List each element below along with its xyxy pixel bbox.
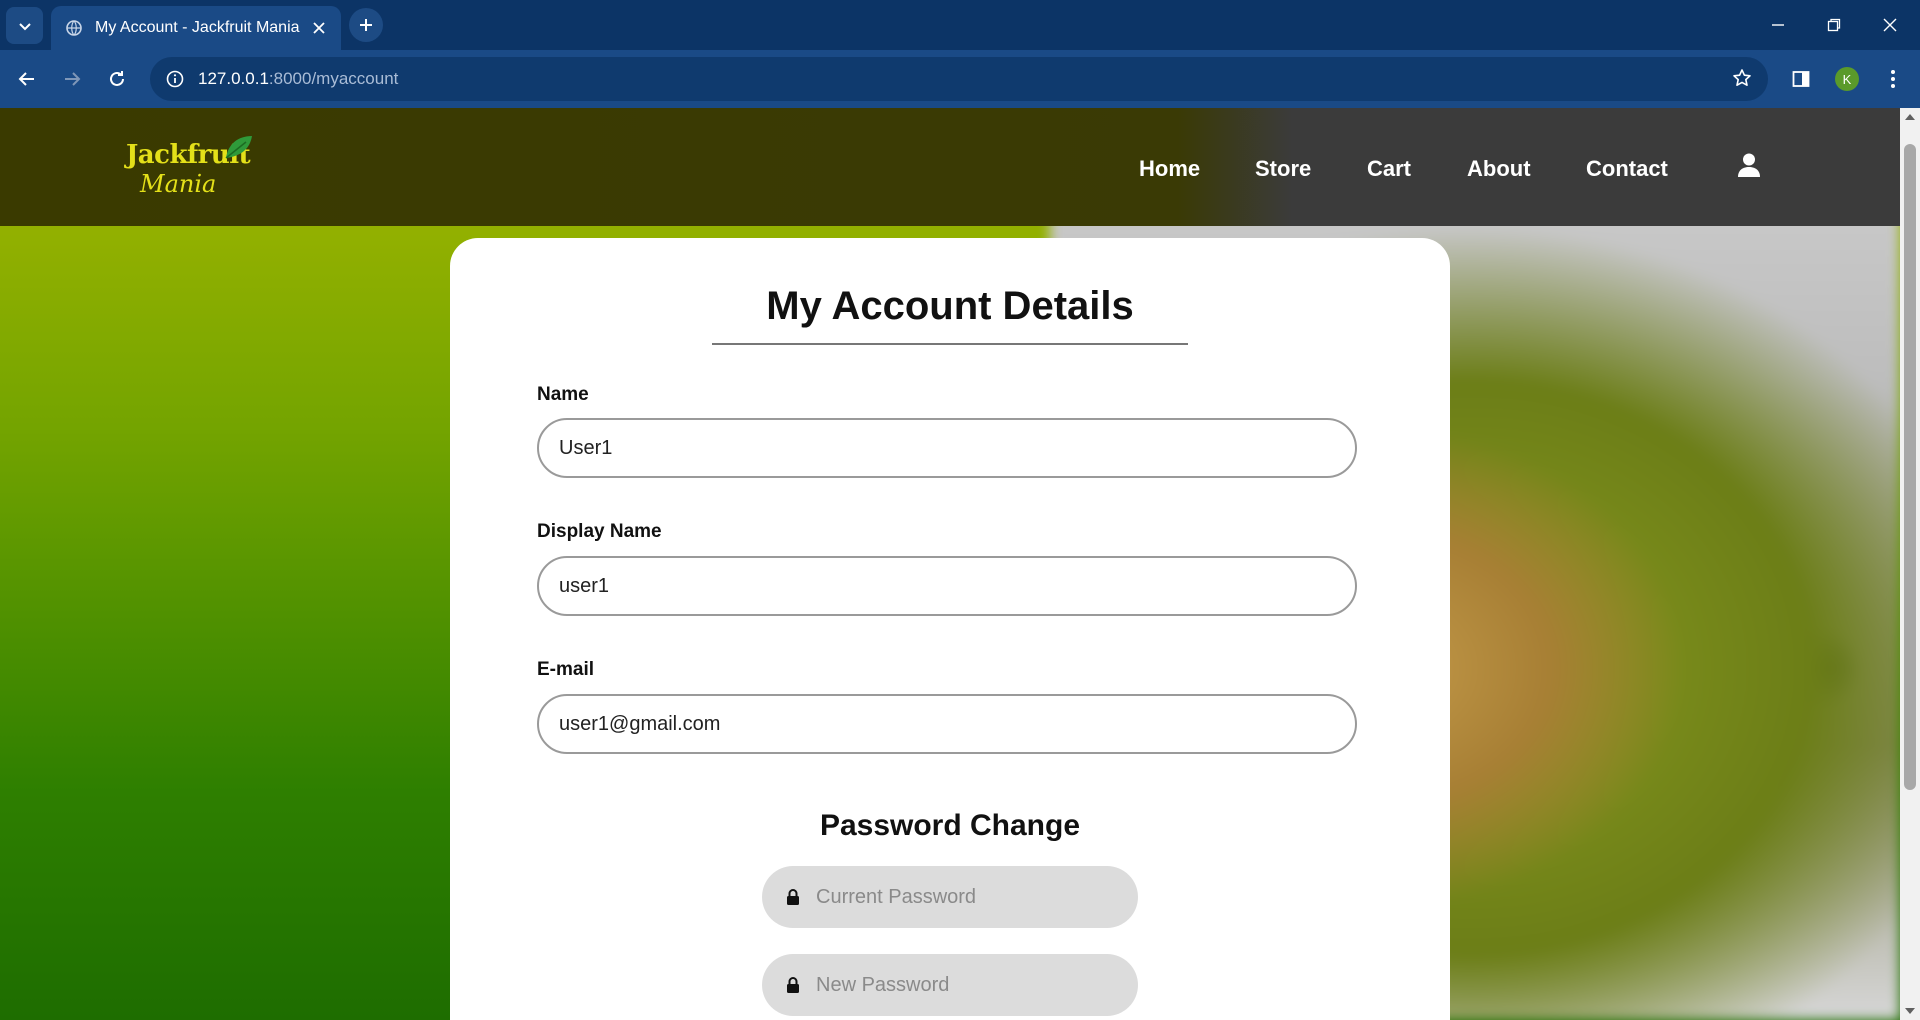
nav-cart[interactable]: Cart [1367, 156, 1411, 182]
arrow-right-icon [65, 72, 81, 86]
new-password-field[interactable] [762, 954, 1138, 1016]
globe-icon [65, 19, 83, 37]
site-logo[interactable]: Jackfruit Mania [126, 134, 256, 204]
account-card: My Account Details Name Display Name E-m… [450, 238, 1450, 1020]
plus-icon [360, 19, 372, 31]
url-path: :8000/myaccount [268, 69, 399, 88]
bookmark-star-icon[interactable] [1732, 68, 1752, 93]
browser-menu-button[interactable] [1876, 62, 1910, 96]
reload-icon [110, 71, 124, 86]
display-name-label: Display Name [537, 521, 662, 542]
minimize-icon [1772, 24, 1784, 26]
name-label: Name [537, 384, 589, 405]
tab-search-button[interactable] [6, 7, 43, 44]
scroll-down-icon[interactable] [1905, 1008, 1915, 1014]
arrow-left-icon [18, 72, 34, 86]
browser-toolbar: 127.0.0.1:8000/myaccount K [0, 50, 1920, 108]
lock-icon [786, 888, 802, 906]
nav-home[interactable]: Home [1139, 156, 1200, 182]
new-password-input[interactable] [814, 972, 1138, 998]
back-button[interactable] [10, 62, 44, 96]
side-panel-icon [1792, 71, 1810, 87]
scrollbar-thumb[interactable] [1904, 144, 1916, 790]
page-title: My Account Details [766, 284, 1134, 328]
site-info-icon[interactable] [164, 68, 186, 90]
leaf-icon [225, 136, 252, 159]
close-icon [1883, 18, 1897, 32]
logo-text-line2: Mania [140, 170, 217, 198]
browser-tab[interactable]: My Account - Jackfruit Mania [51, 6, 341, 50]
address-bar[interactable]: 127.0.0.1:8000/myaccount [150, 57, 1768, 101]
site-header: Jackfruit Mania Home Store Cart About Co… [0, 108, 1900, 226]
lock-icon [786, 976, 802, 994]
profile-button[interactable]: K [1830, 62, 1864, 96]
current-password-field[interactable] [762, 866, 1138, 928]
user-account-icon[interactable] [1736, 152, 1762, 183]
more-vertical-icon [1891, 70, 1895, 88]
side-panel-button[interactable] [1784, 62, 1818, 96]
nav-contact[interactable]: Contact [1586, 156, 1668, 182]
tab-title: My Account - Jackfruit Mania [95, 19, 300, 36]
forward-button[interactable] [55, 62, 89, 96]
title-underline [712, 343, 1188, 345]
restore-button[interactable] [1806, 0, 1862, 50]
url-host: 127.0.0.1 [198, 69, 269, 88]
new-tab-button[interactable] [349, 8, 383, 42]
chevron-down-icon [18, 22, 31, 30]
close-window-button[interactable] [1862, 0, 1918, 50]
scroll-up-icon[interactable] [1905, 114, 1915, 120]
name-input[interactable] [537, 418, 1357, 478]
nav-about[interactable]: About [1467, 156, 1531, 182]
nav-store[interactable]: Store [1255, 156, 1311, 182]
page-scrollbar[interactable] [1900, 108, 1920, 1020]
reload-button[interactable] [100, 62, 134, 96]
page-viewport: Jackfruit Mania Home Store Cart About Co… [0, 108, 1900, 1020]
current-password-input[interactable] [814, 884, 1138, 910]
browser-tab-bar: My Account - Jackfruit Mania [0, 0, 1920, 50]
minimize-button[interactable] [1750, 0, 1806, 50]
display-name-input[interactable] [537, 556, 1357, 616]
restore-icon [1827, 18, 1841, 32]
email-label: E-mail [537, 659, 595, 680]
password-change-heading: Password Change [819, 809, 1081, 842]
email-input[interactable] [537, 694, 1357, 754]
tab-close-icon[interactable] [307, 16, 331, 40]
url-text: 127.0.0.1:8000/myaccount [198, 69, 398, 89]
profile-avatar: K [1835, 67, 1859, 91]
